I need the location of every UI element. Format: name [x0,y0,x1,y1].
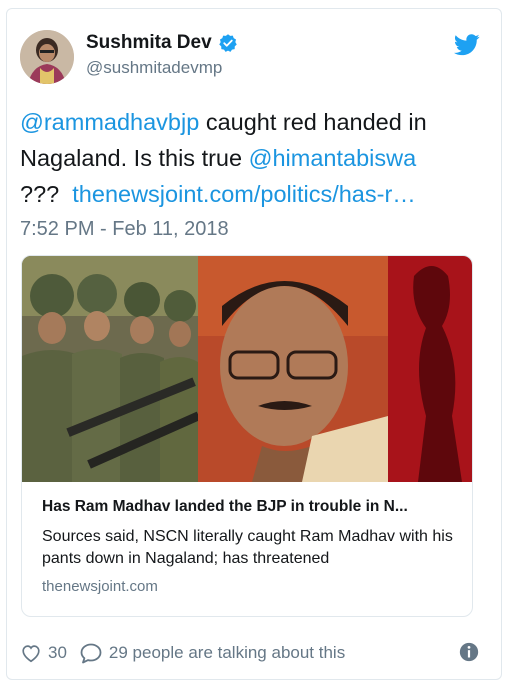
link-preview-card[interactable]: Has Ram Madhav landed the BJP in trouble… [21,255,473,617]
avatar[interactable] [20,30,74,84]
tweet-text: @rammadhavbjp caught red handed in Nagal… [20,104,480,212]
tweet-text-segment: Nagaland. Is this true [20,145,249,171]
card-image [22,256,472,482]
card-title[interactable]: Has Ram Madhav landed the BJP in trouble… [42,498,454,516]
tweet-line-3: ??? thenewsjoint.com/politics/has-r… [20,176,480,212]
card-domain: thenewsjoint.com [42,578,158,595]
tweet-line-1: @rammadhavbjp caught red handed in [20,104,480,140]
card-description: Sources said, NSCN literally caught Ram … [42,528,453,567]
article-link[interactable]: thenewsjoint.com/politics/has-r… [72,181,416,207]
mention-rammadhavbjp[interactable]: @rammadhavbjp [20,109,199,135]
display-name[interactable]: Sushmita Dev [86,32,212,54]
info-icon[interactable] [458,641,480,663]
mention-himantabiswa[interactable]: @himantabiswa [249,145,417,171]
like-button[interactable]: 30 [20,642,67,664]
tweet-line-2: Nagaland. Is this true @himantabiswa [20,140,480,176]
twitter-bird-icon[interactable] [454,34,480,56]
speech-bubble-icon [80,643,102,664]
tweet-actions: 30 29 people are talking about this [20,638,480,668]
card-body: Has Ram Madhav landed the BJP in trouble… [22,482,472,616]
tweet-header: Sushmita Dev @sushmitadevmp [20,30,480,94]
tweet-text-segment: caught red handed in [199,109,427,135]
talking-about-link[interactable]: 29 people are talking about this [79,642,345,664]
author-block: Sushmita Dev @sushmitadevmp [86,32,238,78]
talking-about-text: 29 people are talking about this [108,643,346,662]
verified-badge-icon [218,34,237,52]
author-handle[interactable]: @sushmitadevmp [86,58,238,78]
tweet-text-segment: ??? [20,181,73,207]
tweet-timestamp[interactable]: 7:52 PM - Feb 11, 2018 [20,218,229,241]
heart-icon [22,645,40,663]
like-count: 30 [48,643,67,662]
